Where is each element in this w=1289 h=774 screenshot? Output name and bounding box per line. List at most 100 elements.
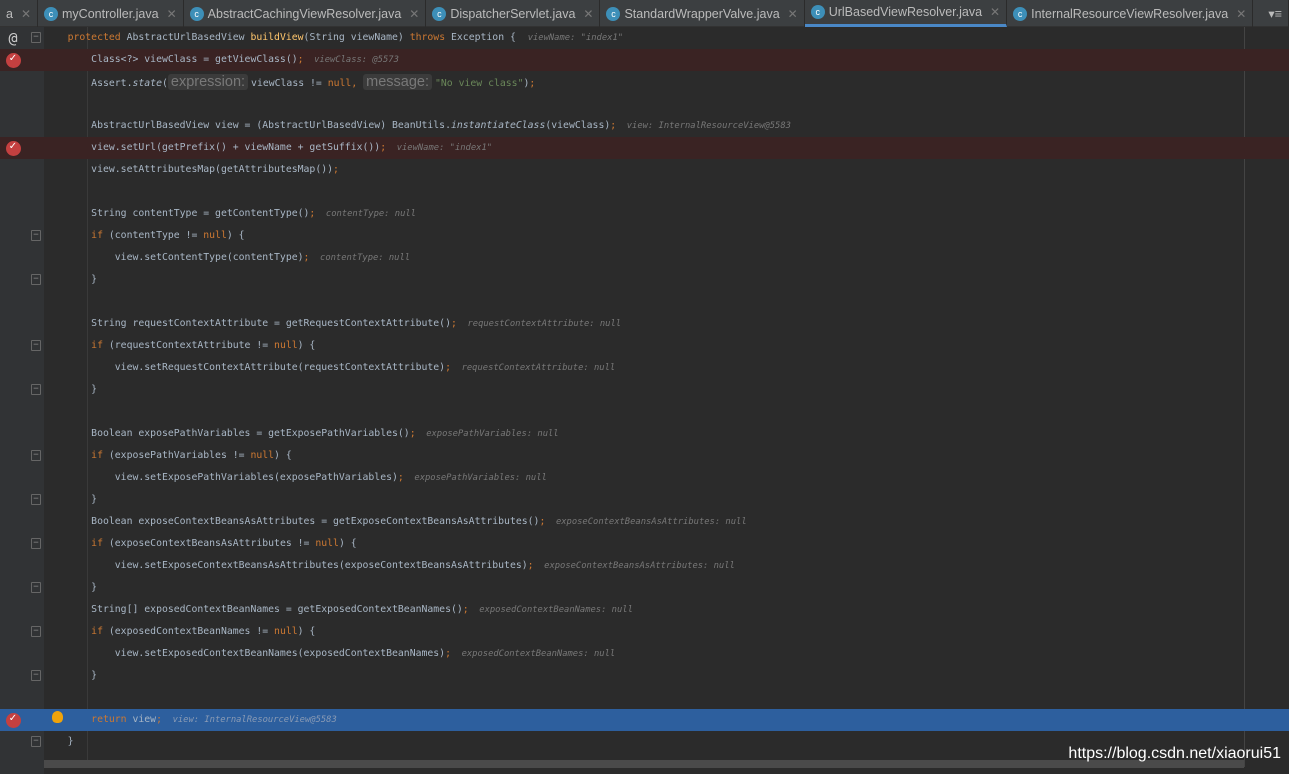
code-token: ) { bbox=[338, 538, 357, 549]
code-line[interactable]: − if (exposeContextBeansAsAttributes != … bbox=[0, 533, 1289, 555]
code-line[interactable]: − } bbox=[0, 665, 1289, 687]
code-line[interactable]: Assert.state(expression: viewClass != nul… bbox=[0, 71, 1289, 93]
class-file-icon: c bbox=[44, 6, 59, 21]
code-line[interactable] bbox=[0, 687, 1289, 709]
tab-a[interactable]: a ✕ bbox=[0, 0, 39, 27]
tab-mycontroller-java[interactable]: c myController.java ✕ bbox=[38, 0, 184, 27]
code-token: String[] exposedContextBeanNames = getEx… bbox=[44, 604, 463, 615]
fold-icon[interactable]: − bbox=[31, 494, 41, 505]
tab-standardwrappervalve-java[interactable]: c StandardWrapperValve.java ✕ bbox=[600, 0, 805, 27]
fold-icon[interactable]: − bbox=[31, 274, 41, 285]
code-line[interactable]: Boolean exposeContextBeansAsAttributes =… bbox=[0, 511, 1289, 533]
code-token: null bbox=[203, 230, 227, 241]
code-line[interactable]: − if (exposePathVariables != null) { bbox=[0, 445, 1289, 467]
close-tab-icon[interactable]: ✕ bbox=[583, 7, 593, 21]
code-token: ) { bbox=[226, 230, 245, 241]
code-token: Boolean exposeContextBeansAsAttributes =… bbox=[44, 516, 540, 527]
tab-dispatcherservlet-java[interactable]: c DispatcherServlet.java ✕ bbox=[426, 0, 601, 27]
code-line[interactable] bbox=[0, 181, 1289, 203]
inline-debug-value: exposeContextBeansAsAttributes: null bbox=[533, 561, 735, 571]
code-token: if bbox=[44, 340, 109, 351]
breakpoint-icon[interactable]: ✓ bbox=[4, 709, 22, 731]
code-line[interactable]: − } bbox=[0, 577, 1289, 599]
code-token: (String viewName) bbox=[303, 32, 410, 43]
fold-icon[interactable]: − bbox=[31, 450, 41, 461]
code-line[interactable]: String[] exposedContextBeanNames = getEx… bbox=[0, 599, 1289, 621]
code-token: (viewClass) bbox=[545, 120, 611, 131]
fold-icon[interactable]: − bbox=[31, 538, 41, 549]
code-line[interactable]: view.setContentType(contentType); conten… bbox=[0, 247, 1289, 269]
fold-icon[interactable]: − bbox=[31, 340, 41, 351]
close-tab-icon[interactable]: ✕ bbox=[788, 7, 798, 21]
fold-icon[interactable]: − bbox=[31, 32, 41, 43]
code-token: null bbox=[274, 626, 298, 637]
close-tab-icon[interactable]: ✕ bbox=[409, 7, 419, 21]
close-tab-icon[interactable]: ✕ bbox=[21, 7, 31, 21]
code-token: viewClass != bbox=[251, 78, 328, 89]
code-token: String contentType = getContentType() bbox=[44, 208, 310, 219]
execution-line[interactable]: ✓ return view; view: InternalResourceVie… bbox=[0, 709, 1289, 731]
inline-debug-value: exposedContextBeanNames: null bbox=[468, 605, 633, 615]
breakpoint-line[interactable]: ✓ view.setUrl(getPrefix() + viewName + g… bbox=[0, 137, 1289, 159]
code-token: null bbox=[250, 450, 275, 461]
code-line[interactable]: − if (exposedContextBeanNames != null) { bbox=[0, 621, 1289, 643]
fold-icon[interactable]: − bbox=[31, 626, 41, 637]
tab-list-icon[interactable]: ▾≡ bbox=[1262, 0, 1289, 27]
lightbulb-icon[interactable] bbox=[52, 711, 63, 723]
code-line[interactable]: − } bbox=[0, 269, 1289, 291]
fold-icon[interactable]: − bbox=[31, 670, 41, 681]
code-token: (exposedContextBeanNames != bbox=[108, 626, 275, 637]
code-line[interactable]: String contentType = getContentType(); c… bbox=[0, 203, 1289, 225]
code-token: view.setExposePathVariables(exposePathVa… bbox=[44, 472, 398, 483]
code-token: } bbox=[44, 384, 98, 395]
code-token: buildView bbox=[250, 32, 304, 43]
code-line[interactable] bbox=[0, 93, 1289, 115]
code-line[interactable]: Boolean exposePathVariables = getExposeP… bbox=[0, 423, 1289, 445]
parameter-hint: message: bbox=[363, 74, 432, 90]
code-line[interactable]: view.setAttributesMap(getAttributesMap()… bbox=[0, 159, 1289, 181]
tab-internalresourceviewresolver-java[interactable]: c InternalResourceViewResolver.java ✕ bbox=[1007, 0, 1254, 27]
close-tab-icon[interactable]: ✕ bbox=[1236, 7, 1246, 21]
breakpoint-icon[interactable]: ✓ bbox=[4, 137, 22, 159]
code-token: (requestContextAttribute != bbox=[108, 340, 275, 351]
tab-abstractcachingviewresolver-java[interactable]: c AbstractCachingViewResolver.java ✕ bbox=[184, 0, 427, 27]
code-token: throws bbox=[409, 32, 452, 43]
code-line[interactable]: view.setExposeContextBeansAsAttributes(e… bbox=[0, 555, 1289, 577]
code-token: (exposePathVariables != bbox=[108, 450, 251, 461]
code-token: Class<?> viewClass = getViewClass() bbox=[44, 54, 298, 65]
horizontal-scrollbar[interactable] bbox=[44, 760, 1244, 768]
code-token: if bbox=[44, 450, 109, 461]
inline-debug-value: requestContextAttribute: null bbox=[451, 363, 616, 373]
code-line[interactable]: String requestContextAttribute = getRequ… bbox=[0, 313, 1289, 335]
breakpoint-line[interactable]: ✓ Class<?> viewClass = getViewClass(); v… bbox=[0, 49, 1289, 71]
code-token: view.setAttributesMap(getAttributesMap()… bbox=[44, 164, 334, 175]
code-line[interactable]: view.setRequestContextAttribute(requestC… bbox=[0, 357, 1289, 379]
fold-icon[interactable]: − bbox=[31, 582, 41, 593]
code-line[interactable] bbox=[0, 291, 1289, 313]
code-token: } bbox=[44, 736, 74, 747]
code-line[interactable]: − if (contentType != null) { bbox=[0, 225, 1289, 247]
code-line[interactable]: view.setExposePathVariables(exposePathVa… bbox=[0, 467, 1289, 489]
code-line[interactable]: − } bbox=[0, 379, 1289, 401]
code-token: view.setUrl(getPrefix() + viewName + get… bbox=[44, 142, 381, 153]
code-token: protected bbox=[67, 32, 127, 43]
code-token: view.setRequestContextAttribute(requestC… bbox=[44, 362, 446, 373]
fold-icon[interactable]: − bbox=[31, 736, 41, 747]
code-line[interactable]: @ − protected AbstractUrlBasedView buildV… bbox=[0, 27, 1289, 49]
code-line[interactable]: AbstractUrlBasedView view = (AbstractUrl… bbox=[0, 115, 1289, 137]
code-token: if bbox=[44, 230, 109, 241]
close-tab-icon[interactable]: ✕ bbox=[167, 7, 177, 21]
code-line[interactable]: view.setExposedContextBeanNames(exposedC… bbox=[0, 643, 1289, 665]
watermark: https://blog.csdn.net/xiaorui51 bbox=[1068, 745, 1281, 762]
fold-icon[interactable]: − bbox=[31, 384, 41, 395]
breakpoint-icon[interactable]: ✓ bbox=[4, 49, 22, 71]
tab-urlbasedviewresolver-java[interactable]: c UrlBasedViewResolver.java ✕ bbox=[804, 0, 1008, 27]
close-tab-icon[interactable]: ✕ bbox=[990, 5, 1000, 19]
code-line[interactable]: − if (requestContextAttribute != null) { bbox=[0, 335, 1289, 357]
fold-icon[interactable]: − bbox=[31, 230, 41, 241]
inline-debug-value: exposedContextBeanNames: null bbox=[451, 649, 616, 659]
code-editor[interactable]: @ − protected AbstractUrlBasedView buildV… bbox=[0, 27, 1289, 753]
code-line[interactable] bbox=[0, 401, 1289, 423]
code-line[interactable]: − } bbox=[0, 489, 1289, 511]
